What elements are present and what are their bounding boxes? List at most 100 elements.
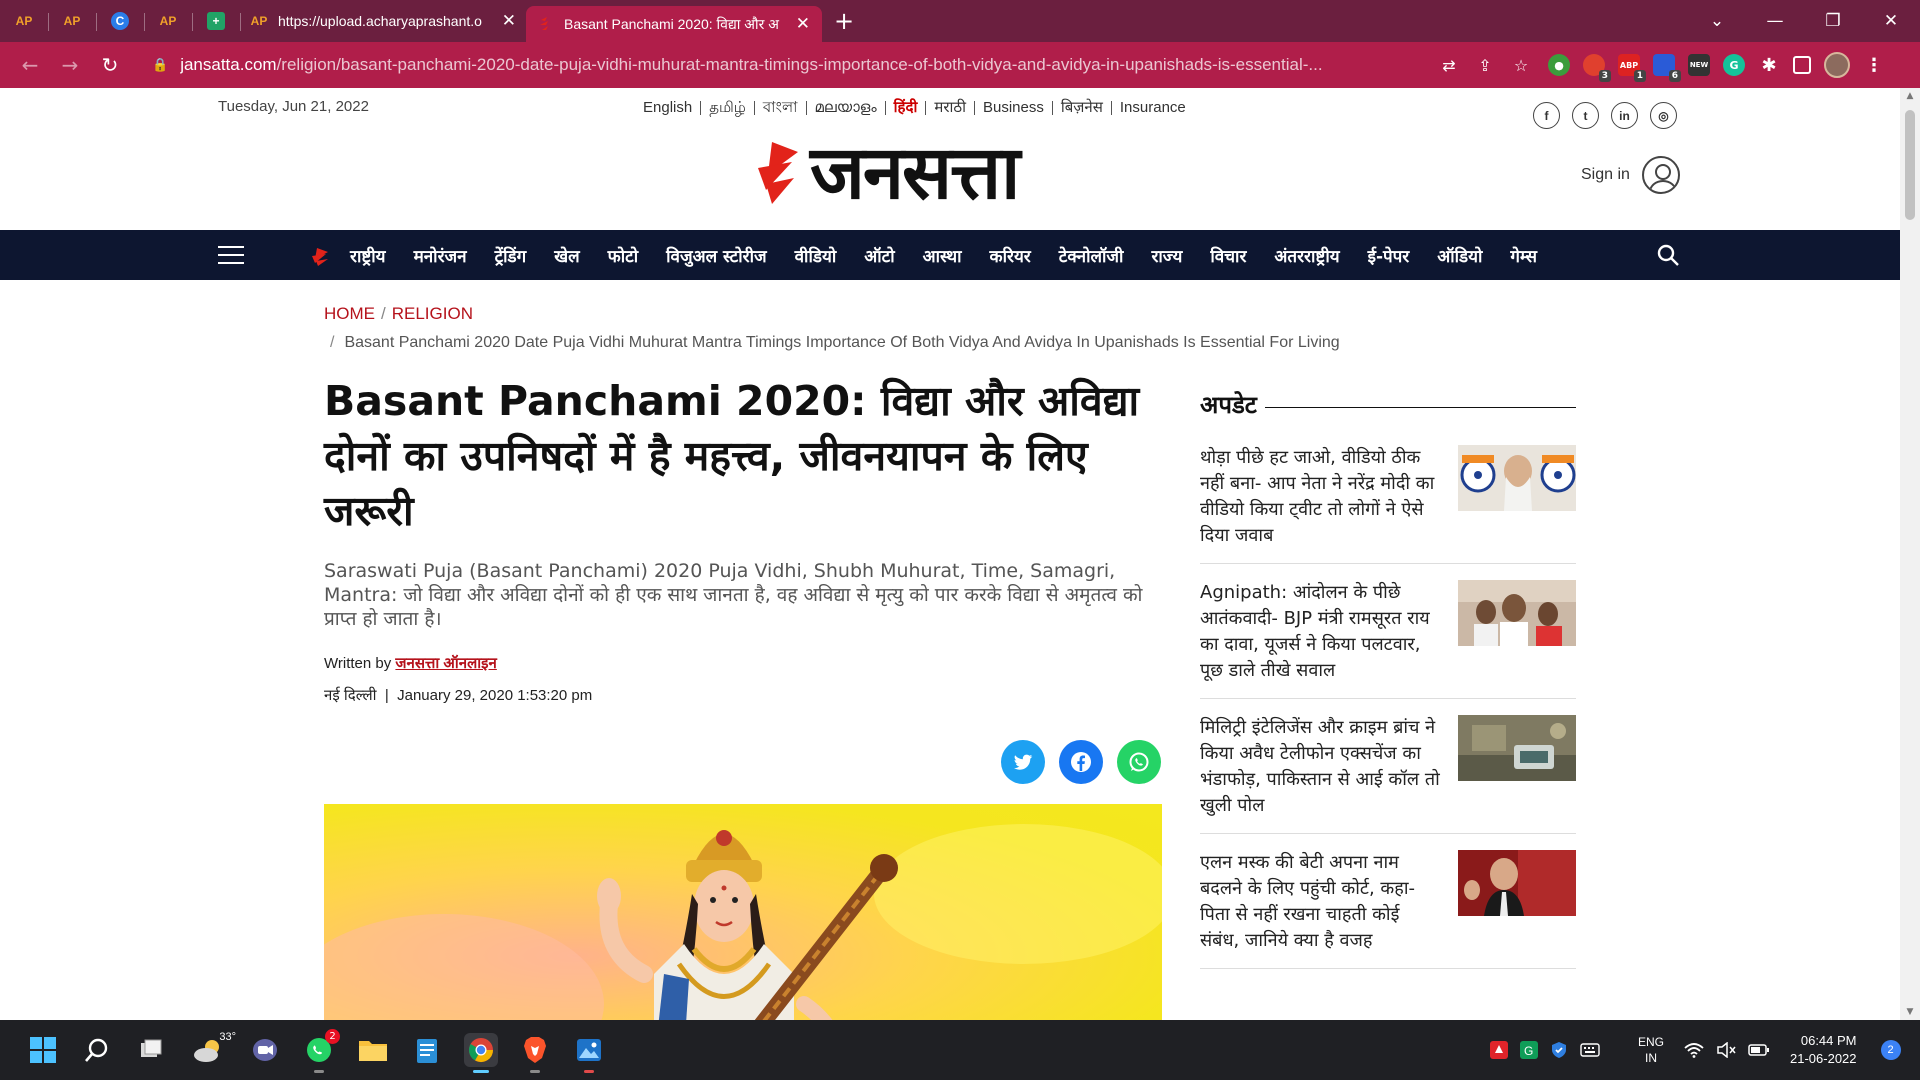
security-shield-icon[interactable] bbox=[1550, 1041, 1568, 1059]
adblock-plus-icon[interactable]: ABP 1 bbox=[1618, 54, 1646, 82]
brave-taskbar-button[interactable] bbox=[518, 1033, 552, 1073]
list-item[interactable]: Agnipath: आंदोलन के पीछे आतंकवादी- BJP म… bbox=[1200, 564, 1576, 699]
scroll-down-icon[interactable]: ▼ bbox=[1900, 1004, 1920, 1020]
scrollbar-thumb[interactable] bbox=[1905, 110, 1915, 220]
nav-item-career[interactable]: करियर bbox=[990, 244, 1031, 267]
nav-item-antarrashtriya[interactable]: अंतरराष्ट्रीय bbox=[1274, 244, 1339, 267]
list-item[interactable]: थोड़ा पीछे हट जाओ, वीडियो ठीक नहीं बना- … bbox=[1200, 429, 1576, 564]
share-icon[interactable]: ⇪ bbox=[1474, 56, 1496, 75]
tab-4[interactable]: AP bbox=[144, 0, 192, 42]
minimize-button[interactable]: — bbox=[1746, 0, 1804, 42]
input-language[interactable]: ENG IN bbox=[1638, 1034, 1664, 1066]
search-icon[interactable] bbox=[1656, 243, 1680, 267]
sign-in-button[interactable]: Sign in bbox=[1581, 156, 1680, 194]
site-logo[interactable]: जनसत्ता bbox=[752, 136, 1020, 210]
photos-taskbar-button[interactable] bbox=[572, 1033, 606, 1073]
twitter-icon[interactable]: t bbox=[1572, 102, 1599, 129]
notepad-button[interactable] bbox=[410, 1033, 444, 1067]
nav-item-games[interactable]: गेम्स bbox=[1510, 244, 1537, 267]
battery-icon[interactable] bbox=[1748, 1043, 1770, 1057]
breadcrumb-religion[interactable]: RELIGION bbox=[392, 304, 473, 323]
side-panel-icon[interactable] bbox=[1793, 56, 1811, 74]
new-tab-button[interactable]: + bbox=[822, 0, 866, 42]
url-input[interactable]: 🔒 jansatta.com/religion/basant-panchami-… bbox=[140, 47, 1430, 83]
list-item-text[interactable]: Agnipath: आंदोलन के पीछे आतंकवादी- BJP म… bbox=[1200, 580, 1440, 684]
tab-active[interactable]: Basant Panchami 2020: विद्या और अ ✕ bbox=[526, 6, 822, 42]
lang-malayalam[interactable]: മലയാളം bbox=[807, 100, 886, 115]
profile-avatar[interactable] bbox=[1824, 52, 1850, 78]
clock[interactable]: 06:44 PM 21-06-2022 bbox=[1790, 1032, 1857, 1068]
nav-item-khel[interactable]: खेल bbox=[554, 244, 579, 267]
lang-marathi[interactable]: मराठी bbox=[926, 100, 975, 115]
lang-business-hindi[interactable]: बिज़नेस bbox=[1053, 100, 1112, 115]
lang-business[interactable]: Business bbox=[975, 100, 1053, 115]
breadcrumb-home[interactable]: HOME bbox=[324, 304, 375, 323]
extension-new-icon[interactable]: NEW bbox=[1688, 54, 1710, 76]
bookmark-star-icon[interactable]: ☆ bbox=[1510, 56, 1532, 75]
lang-bangla[interactable]: বাংলা bbox=[755, 100, 807, 115]
share-facebook-button[interactable] bbox=[1059, 740, 1103, 784]
close-window-button[interactable]: ✕ bbox=[1862, 0, 1920, 42]
extension-globe-icon[interactable]: ● bbox=[1548, 54, 1570, 76]
news-thumbnail-image[interactable] bbox=[1458, 715, 1576, 781]
volume-muted-icon[interactable] bbox=[1716, 1042, 1736, 1058]
nav-item-rajya[interactable]: राज्य bbox=[1151, 244, 1182, 267]
tray-app-red-icon[interactable] bbox=[1490, 1041, 1508, 1059]
notification-count-badge[interactable]: 2 bbox=[1880, 1040, 1901, 1060]
nav-item-visual-stories[interactable]: विजुअल स्टोरीज bbox=[666, 244, 766, 267]
news-thumbnail-image[interactable] bbox=[1458, 445, 1576, 511]
start-button[interactable] bbox=[26, 1033, 60, 1067]
chrome-taskbar-button[interactable] bbox=[464, 1033, 498, 1073]
tab-3[interactable]: C bbox=[96, 0, 144, 42]
back-button[interactable]: ← bbox=[10, 45, 50, 85]
reload-button[interactable]: ↻ bbox=[90, 45, 130, 85]
linkedin-icon[interactable]: in bbox=[1611, 102, 1638, 129]
extension-1-icon[interactable]: 3 bbox=[1583, 54, 1611, 82]
weather-widget[interactable]: 33° bbox=[188, 1031, 236, 1067]
tab-5[interactable]: + bbox=[192, 0, 240, 42]
lang-insurance[interactable]: Insurance bbox=[1112, 100, 1194, 115]
nav-item-technology[interactable]: टेक्नोलॉजी bbox=[1059, 244, 1124, 267]
facebook-icon[interactable]: f bbox=[1533, 102, 1560, 129]
search-button[interactable] bbox=[80, 1033, 114, 1067]
nav-item-epaper[interactable]: ई-पेपर bbox=[1368, 244, 1410, 267]
file-explorer-button[interactable] bbox=[356, 1033, 390, 1067]
jansatta-mini-logo-icon[interactable] bbox=[310, 248, 332, 266]
chrome-menu-icon[interactable]: ⋮ bbox=[1863, 54, 1885, 76]
keyboard-icon[interactable] bbox=[1580, 1042, 1600, 1058]
share-whatsapp-button[interactable] bbox=[1117, 740, 1161, 784]
list-item-text[interactable]: मिलिट्री इंटेलिजेंस और क्राइम ब्रांच ने … bbox=[1200, 715, 1440, 819]
extension-3-icon[interactable]: 6 bbox=[1653, 54, 1681, 82]
nav-item-video[interactable]: वीडियो bbox=[795, 244, 837, 267]
list-item-text[interactable]: एलन मस्क की बेटी अपना नाम बदलने के लिए प… bbox=[1200, 850, 1440, 954]
list-item[interactable]: एलन मस्क की बेटी अपना नाम बदलने के लिए प… bbox=[1200, 834, 1576, 969]
lang-hindi[interactable]: हिंदी bbox=[886, 100, 927, 115]
author-link[interactable]: जनसत्ता ऑनलाइन bbox=[395, 655, 496, 672]
whatsapp-taskbar-button[interactable]: 2 bbox=[302, 1029, 340, 1073]
tab-1[interactable]: AP bbox=[0, 0, 48, 42]
news-thumbnail-image[interactable] bbox=[1458, 580, 1576, 646]
forward-button[interactable]: → bbox=[50, 45, 90, 85]
translate-icon[interactable]: ⇄ bbox=[1438, 56, 1460, 75]
tab-6[interactable]: AP https://upload.acharyaprashant.o ✕ bbox=[240, 0, 526, 42]
list-item[interactable]: मिलिट्री इंटेलिजेंस और क्राइम ब्रांच ने … bbox=[1200, 699, 1576, 834]
tab-2[interactable]: AP bbox=[48, 0, 96, 42]
nav-item-astha[interactable]: आस्था bbox=[923, 244, 962, 267]
nav-item-audio[interactable]: ऑडियो bbox=[1437, 244, 1482, 267]
nav-item-manoranjan[interactable]: मनोरंजन bbox=[414, 244, 467, 267]
nav-item-rashtriya[interactable]: राष्ट्रीय bbox=[350, 244, 386, 267]
wifi-icon[interactable] bbox=[1684, 1042, 1704, 1058]
list-item-text[interactable]: थोड़ा पीछे हट जाओ, वीडियो ठीक नहीं बना- … bbox=[1200, 445, 1440, 549]
extensions-puzzle-icon[interactable]: ✱ bbox=[1758, 54, 1780, 76]
nav-item-vichar[interactable]: विचार bbox=[1210, 244, 1246, 267]
tray-app-green-icon[interactable]: G bbox=[1520, 1041, 1538, 1059]
nav-item-trending[interactable]: ट्रेंडिंग bbox=[495, 244, 527, 267]
teams-chat-button[interactable] bbox=[248, 1033, 282, 1067]
scroll-up-icon[interactable]: ▲ bbox=[1900, 88, 1920, 104]
close-tab-icon[interactable]: ✕ bbox=[502, 11, 516, 31]
hamburger-menu-icon[interactable] bbox=[218, 246, 244, 264]
lang-tamil[interactable]: தமிழ் bbox=[701, 100, 755, 115]
nav-item-auto[interactable]: ऑटो bbox=[864, 244, 894, 267]
close-tab-icon[interactable]: ✕ bbox=[796, 14, 810, 34]
restore-button[interactable]: ❐ bbox=[1804, 0, 1862, 42]
